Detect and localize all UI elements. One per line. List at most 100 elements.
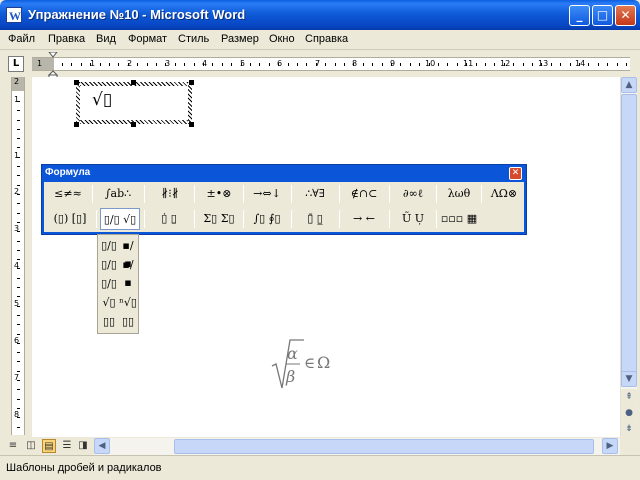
resize-handle[interactable] [131, 80, 136, 85]
ruler-tick [419, 63, 420, 66]
logic-button[interactable]: ∴∀∃ [294, 183, 336, 205]
palette-item[interactable]: ▯/▯ [100, 275, 118, 293]
resize-handle[interactable] [74, 122, 79, 127]
palette-item[interactable]: ▯▯ [119, 313, 137, 331]
arrows-button[interactable]: →⇔↓ [246, 183, 288, 205]
ruler-tick [17, 380, 20, 381]
palette-item[interactable]: ▪/▪ [119, 256, 137, 289]
minimize-button[interactable]: _ [569, 5, 590, 26]
formula-toolbar-close-button[interactable]: ✕ [509, 167, 522, 180]
horizontal-scrollbar[interactable]: ◀ ▶ [94, 438, 620, 455]
ruler-tick [17, 213, 20, 214]
ruler-tick [17, 315, 20, 316]
horizontal-ruler[interactable]: 1 1 2 3 4 5 6 7 8 9 10 11 12 13 14 [32, 57, 630, 71]
ruler-number: 14 [575, 59, 586, 68]
ruler-tick [579, 63, 580, 66]
ruler-tick [17, 296, 20, 297]
scroll-thumb[interactable] [621, 94, 637, 374]
scroll-left-button[interactable]: ◀ [94, 438, 110, 454]
menu-edit[interactable]: Правка [48, 33, 85, 45]
integral-templates-button[interactable]: ∫▯ ∮▯ [246, 208, 288, 230]
formula-toolbar[interactable]: Формула ✕ ≤≠≈ ∫ab∴ ∦⁝∦ ±•⊗ →⇔↓ ∴∀∃ ∉∩⊂ ∂… [41, 164, 527, 235]
menu-help[interactable]: Справка [305, 33, 348, 45]
equation-object[interactable]: √▯ [76, 82, 192, 124]
menu-style[interactable]: Стиль [178, 33, 209, 45]
scroll-right-button[interactable]: ▶ [602, 438, 618, 454]
previous-page-icon[interactable]: ⇞ [621, 389, 637, 405]
resize-handle[interactable] [131, 122, 136, 127]
ruler-number: 1 [14, 95, 20, 104]
bar-templates-button[interactable]: ▯̄ ▯̲ [294, 208, 336, 230]
reading-view-icon[interactable]: ◨ [76, 439, 90, 453]
ruler-tick [513, 63, 514, 66]
ruler-tick [476, 63, 477, 66]
set-theory-button[interactable]: ∉∩⊂ [342, 183, 386, 205]
palette-item[interactable] [119, 275, 137, 293]
document-formula[interactable]: α β ∈ Ω [270, 338, 350, 392]
browse-object-icon[interactable]: ● [621, 405, 637, 421]
menu-format[interactable]: Формат [128, 33, 167, 45]
subscript-templates-button[interactable]: ▯̇ ▯̱ [148, 208, 190, 230]
indent-markers[interactable] [48, 52, 58, 78]
embellishments-button[interactable]: ∦⁝∦ [148, 183, 192, 205]
ruler-tick [372, 63, 373, 66]
greek-lower-button[interactable]: λωθ [439, 183, 479, 205]
word-icon[interactable]: W [6, 7, 22, 23]
menu-bar: Файл Правка Вид Формат Стиль Размер Окно… [0, 30, 640, 50]
vertical-ruler[interactable]: 1 2 1 2 3 4 5 6 7 8 [11, 77, 25, 435]
scroll-down-button[interactable]: ▼ [621, 371, 637, 387]
fraction-radical-templates-button[interactable]: ▯/▯ √▯ [100, 208, 140, 230]
fence-templates-button[interactable]: (▯) [▯] [48, 208, 92, 230]
matrix-templates-button[interactable]: ▫▫▫ ▦ [439, 208, 479, 230]
horizontal-scroll-thumb[interactable] [174, 439, 594, 454]
palette-item[interactable]: ▯/▯ [100, 237, 118, 255]
fraction-radical-palette[interactable]: ▯/▯ ▪/▪ ▯/▯ ▪/▪ ▯/▯ √▯ ⁿ√▯ ▯▯ ▯▯ [97, 234, 139, 334]
ruler-tick [100, 63, 101, 66]
scroll-up-button[interactable]: ▲ [621, 77, 637, 93]
close-button[interactable]: ✕ [615, 5, 636, 26]
tab-selector-button[interactable]: L [8, 56, 24, 72]
palette-item[interactable]: ⁿ√▯ [119, 294, 137, 312]
ruler-tick [363, 63, 364, 66]
labeled-arrow-templates-button[interactable]: → ← [342, 208, 386, 230]
ruler-tick [17, 427, 20, 428]
ruler-tick [17, 138, 20, 139]
ruler-number: 12 [500, 59, 511, 68]
resize-handle[interactable] [74, 80, 79, 85]
spaces-button[interactable]: ∫ab∴ [96, 183, 140, 205]
outline-view-icon[interactable]: ☰ [60, 439, 74, 453]
formula-toolbar-title: Формула [45, 167, 91, 178]
resize-handle[interactable] [189, 122, 194, 127]
ruler-tick [17, 324, 20, 325]
ruler-tick [17, 417, 20, 418]
ruler-tick [17, 194, 20, 195]
next-page-icon[interactable]: ⇟ [621, 421, 637, 437]
greek-upper-button[interactable]: ΛΩ⊗ [484, 183, 524, 205]
palette-item[interactable]: ▯▯ [100, 313, 118, 331]
ruler-tick [17, 259, 20, 260]
palette-item[interactable]: √▯ [100, 294, 118, 312]
product-templates-button[interactable]: Ũ Ụ [392, 208, 434, 230]
vertical-scrollbar[interactable]: ▲ ▼ ⇞ ● ⇟ [620, 77, 637, 437]
web-view-icon[interactable]: ◫ [24, 439, 38, 453]
palette-item[interactable]: ▪/▪ [119, 237, 137, 270]
page-view-icon[interactable]: ▤ [42, 439, 56, 453]
menu-file[interactable]: Файл [8, 33, 35, 45]
summation-templates-button[interactable]: Σ▯ Σ▯ [198, 208, 240, 230]
menu-view[interactable]: Вид [96, 33, 116, 45]
formula-toolbar-body: ≤≠≈ ∫ab∴ ∦⁝∦ ±•⊗ →⇔↓ ∴∀∃ ∉∩⊂ ∂∞ℓ λωθ ΛΩ⊗… [44, 182, 524, 232]
ruler-tick [447, 63, 448, 66]
ruler-tick [325, 63, 326, 66]
resize-handle[interactable] [189, 80, 194, 85]
numerator: α [287, 344, 298, 363]
status-text: Шаблоны дробей и радикалов [6, 462, 162, 474]
ruler-tick [17, 306, 20, 307]
palette-item[interactable]: ▯/▯ [100, 256, 118, 274]
menu-size[interactable]: Размер [221, 33, 259, 45]
maximize-button[interactable]: □ [592, 5, 613, 26]
misc-symbols-button[interactable]: ∂∞ℓ [392, 183, 434, 205]
relations-button[interactable]: ≤≠≈ [48, 183, 88, 205]
normal-view-icon[interactable]: ≡ [6, 439, 20, 453]
menu-window[interactable]: Окно [269, 33, 295, 45]
operators-button[interactable]: ±•⊗ [198, 183, 240, 205]
